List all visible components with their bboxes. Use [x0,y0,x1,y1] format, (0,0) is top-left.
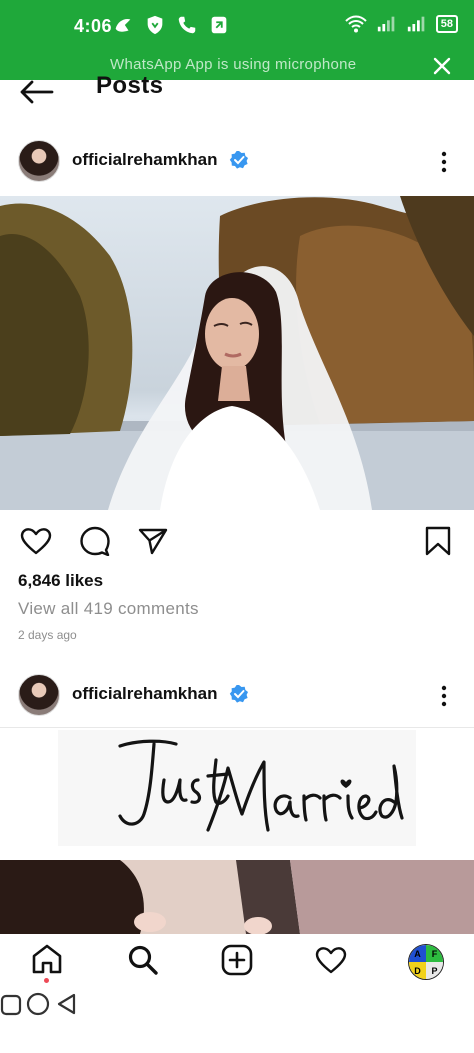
likes-count[interactable]: 6,846 likes [18,571,103,591]
back-triangle-icon[interactable] [55,992,77,1016]
more-options-icon[interactable] [436,684,452,708]
avatar[interactable] [18,674,60,716]
verified-badge-icon [229,151,248,169]
more-options-icon[interactable] [436,150,452,174]
phone-call-icon [178,16,196,34]
create-post-icon[interactable] [221,944,253,976]
page-title: Posts [96,72,164,99]
signal-icon-1 [377,16,395,32]
home-icon[interactable] [31,944,63,974]
app-notification-icon [115,19,131,32]
signal-icon-2 [407,16,425,32]
comment-icon[interactable] [79,526,111,556]
system-status-icons: 58 [344,14,458,34]
post-header: officialrehamkhan [0,134,474,190]
post-timestamp: 2 days ago [18,628,77,642]
shield-icon [147,15,163,35]
post-username[interactable]: officialrehamkhan [72,684,218,704]
couple-photo-illustration [0,860,474,934]
save-bookmark-icon[interactable] [425,526,451,556]
close-icon[interactable] [432,56,452,76]
post-photo[interactable] [0,196,474,510]
status-bar: 4:06 58 WhatsApp App is using microphone [0,0,474,80]
bottom-navigation [0,934,474,992]
profile-letter: A [409,945,426,962]
status-time: 4:06 [74,16,113,36]
just-married-script-graphic [118,739,404,832]
battery-indicator: 58 [435,15,458,33]
bride-photo-illustration [0,196,474,510]
like-heart-icon[interactable] [20,527,52,555]
home-circle-icon[interactable] [26,992,50,1016]
recent-apps-icon[interactable] [0,994,22,1016]
back-arrow-icon[interactable] [18,78,54,106]
profile-letter: D [409,962,426,979]
view-comments-link[interactable]: View all 419 comments [18,599,199,619]
post-photo[interactable] [0,860,474,934]
post-image-just-married[interactable] [58,730,416,846]
profile-letter: F [426,945,443,962]
profile-avatar[interactable]: A F D P [408,944,444,980]
avatar[interactable] [18,140,60,182]
notification-dot [44,978,49,983]
app-badge-icon [211,16,227,34]
header-bar [0,80,474,120]
notification-icons [112,14,230,36]
wifi-icon [345,15,367,33]
post-header: officialrehamkhan [0,666,474,722]
post-username[interactable]: officialrehamkhan [72,150,218,170]
system-navigation-bar [0,992,474,1053]
share-send-icon[interactable] [138,527,168,555]
activity-heart-icon[interactable] [315,946,347,974]
verified-badge-icon [229,685,248,703]
microphone-banner-text[interactable]: WhatsApp App is using microphone [110,56,356,73]
profile-letter: P [426,962,443,979]
divider [0,727,474,728]
search-icon[interactable] [127,944,159,976]
